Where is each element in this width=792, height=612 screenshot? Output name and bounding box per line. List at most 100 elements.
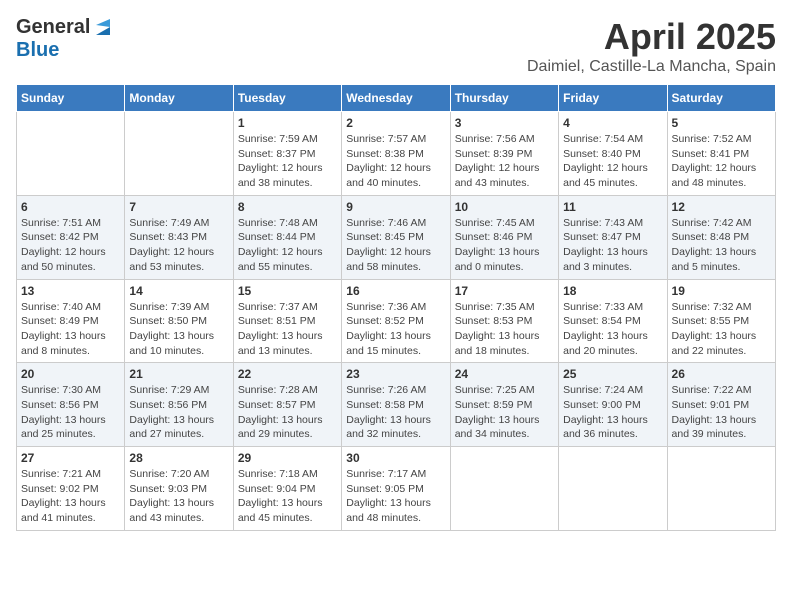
day-number: 22: [238, 367, 337, 381]
day-number: 12: [672, 200, 771, 214]
day-info: Sunrise: 7:18 AMSunset: 9:04 PMDaylight:…: [238, 467, 337, 526]
calendar-cell: 15 Sunrise: 7:37 AMSunset: 8:51 PMDayligh…: [233, 279, 341, 363]
calendar-cell: 24 Sunrise: 7:25 AMSunset: 8:59 PMDayligh…: [450, 363, 558, 447]
day-info: Sunrise: 7:48 AMSunset: 8:44 PMDaylight:…: [238, 216, 337, 275]
calendar-cell: 19Sunrise: 7:32 AMSunset: 8:55 PMDayligh…: [667, 279, 775, 363]
day-info: Sunrise: 7:57 AMSunset: 8:38 PMDaylight:…: [346, 132, 445, 191]
calendar-cell: 7 Sunrise: 7:49 AMSunset: 8:43 PMDaylight…: [125, 195, 233, 279]
calendar-cell: 16 Sunrise: 7:36 AMSunset: 8:52 PMDayligh…: [342, 279, 450, 363]
day-info: Sunrise: 7:26 AMSunset: 8:58 PMDaylight:…: [346, 383, 445, 442]
day-info: Sunrise: 7:54 AMSunset: 8:40 PMDaylight:…: [563, 132, 662, 191]
calendar-table: SundayMondayTuesdayWednesdayThursdayFrid…: [16, 84, 776, 531]
day-info: Sunrise: 7:20 AMSunset: 9:03 PMDaylight:…: [129, 467, 228, 526]
calendar-cell: 27 Sunrise: 7:21 AMSunset: 9:02 PMDayligh…: [17, 447, 125, 531]
day-number: 24: [455, 367, 554, 381]
day-number: 5: [672, 116, 771, 130]
week-row-4: 20 Sunrise: 7:30 AMSunset: 8:56 PMDayligh…: [17, 363, 776, 447]
day-number: 7: [129, 200, 228, 214]
day-number: 3: [455, 116, 554, 130]
day-info: Sunrise: 7:40 AMSunset: 8:49 PMDaylight:…: [21, 300, 120, 359]
day-number: 16: [346, 284, 445, 298]
day-number: 23: [346, 367, 445, 381]
weekday-header-thursday: Thursday: [450, 85, 558, 112]
day-number: 8: [238, 200, 337, 214]
calendar-cell: [559, 447, 667, 531]
day-number: 6: [21, 200, 120, 214]
day-info: Sunrise: 7:52 AMSunset: 8:41 PMDaylight:…: [672, 132, 771, 191]
week-row-1: 1 Sunrise: 7:59 AMSunset: 8:37 PMDaylight…: [17, 112, 776, 196]
day-info: Sunrise: 7:46 AMSunset: 8:45 PMDaylight:…: [346, 216, 445, 275]
calendar-cell: 25 Sunrise: 7:24 AMSunset: 9:00 PMDayligh…: [559, 363, 667, 447]
calendar-cell: 17 Sunrise: 7:35 AMSunset: 8:53 PMDayligh…: [450, 279, 558, 363]
day-info: Sunrise: 7:35 AMSunset: 8:53 PMDaylight:…: [455, 300, 554, 359]
day-info: Sunrise: 7:56 AMSunset: 8:39 PMDaylight:…: [455, 132, 554, 191]
header: General Blue April 2025 Daimiel, Castill…: [16, 16, 776, 76]
day-number: 26: [672, 367, 771, 381]
week-row-5: 27 Sunrise: 7:21 AMSunset: 9:02 PMDayligh…: [17, 447, 776, 531]
calendar-cell: 26 Sunrise: 7:22 AMSunset: 9:01 PMDayligh…: [667, 363, 775, 447]
location-title: Daimiel, Castille-La Mancha, Spain: [527, 58, 776, 76]
week-row-2: 6 Sunrise: 7:51 AMSunset: 8:42 PMDaylight…: [17, 195, 776, 279]
weekday-header-saturday: Saturday: [667, 85, 775, 112]
day-info: Sunrise: 7:32 AMSunset: 8:55 PMDaylight:…: [672, 300, 771, 359]
calendar-cell: 28 Sunrise: 7:20 AMSunset: 9:03 PMDayligh…: [125, 447, 233, 531]
calendar-cell: 2 Sunrise: 7:57 AMSunset: 8:38 PMDaylight…: [342, 112, 450, 196]
day-number: 28: [129, 451, 228, 465]
day-number: 15: [238, 284, 337, 298]
day-number: 10: [455, 200, 554, 214]
day-number: 14: [129, 284, 228, 298]
calendar-cell: 9Sunrise: 7:46 AMSunset: 8:45 PMDaylight…: [342, 195, 450, 279]
day-info: Sunrise: 7:24 AMSunset: 9:00 PMDaylight:…: [563, 383, 662, 442]
day-info: Sunrise: 7:36 AMSunset: 8:52 PMDaylight:…: [346, 300, 445, 359]
calendar-cell: 13 Sunrise: 7:40 AMSunset: 8:49 PMDayligh…: [17, 279, 125, 363]
day-number: 25: [563, 367, 662, 381]
day-number: 20: [21, 367, 120, 381]
calendar-cell: 23 Sunrise: 7:26 AMSunset: 8:58 PMDayligh…: [342, 363, 450, 447]
calendar-cell: [125, 112, 233, 196]
day-info: Sunrise: 7:49 AMSunset: 8:43 PMDaylight:…: [129, 216, 228, 275]
day-number: 21: [129, 367, 228, 381]
day-number: 27: [21, 451, 120, 465]
day-info: Sunrise: 7:30 AMSunset: 8:56 PMDaylight:…: [21, 383, 120, 442]
day-info: Sunrise: 7:51 AMSunset: 8:42 PMDaylight:…: [21, 216, 120, 275]
calendar-cell: 22 Sunrise: 7:28 AMSunset: 8:57 PMDayligh…: [233, 363, 341, 447]
weekday-header-monday: Monday: [125, 85, 233, 112]
calendar-cell: 12Sunrise: 7:42 AMSunset: 8:48 PMDayligh…: [667, 195, 775, 279]
logo-blue: Blue: [16, 39, 59, 62]
weekday-header-tuesday: Tuesday: [233, 85, 341, 112]
day-number: 2: [346, 116, 445, 130]
calendar-cell: [17, 112, 125, 196]
day-info: Sunrise: 7:37 AMSunset: 8:51 PMDaylight:…: [238, 300, 337, 359]
logo: General Blue: [16, 16, 114, 62]
calendar-cell: [450, 447, 558, 531]
day-info: Sunrise: 7:59 AMSunset: 8:37 PMDaylight:…: [238, 132, 337, 191]
day-info: Sunrise: 7:21 AMSunset: 9:02 PMDaylight:…: [21, 467, 120, 526]
day-info: Sunrise: 7:29 AMSunset: 8:56 PMDaylight:…: [129, 383, 228, 442]
day-number: 1: [238, 116, 337, 130]
day-info: Sunrise: 7:25 AMSunset: 8:59 PMDaylight:…: [455, 383, 554, 442]
day-info: Sunrise: 7:33 AMSunset: 8:54 PMDaylight:…: [563, 300, 662, 359]
day-info: Sunrise: 7:45 AMSunset: 8:46 PMDaylight:…: [455, 216, 554, 275]
title-area: April 2025 Daimiel, Castille-La Mancha, …: [527, 16, 776, 76]
logo-icon: [92, 17, 114, 39]
calendar-cell: 14Sunrise: 7:39 AMSunset: 8:50 PMDayligh…: [125, 279, 233, 363]
day-info: Sunrise: 7:17 AMSunset: 9:05 PMDaylight:…: [346, 467, 445, 526]
day-info: Sunrise: 7:28 AMSunset: 8:57 PMDaylight:…: [238, 383, 337, 442]
weekday-header-sunday: Sunday: [17, 85, 125, 112]
day-info: Sunrise: 7:43 AMSunset: 8:47 PMDaylight:…: [563, 216, 662, 275]
day-number: 18: [563, 284, 662, 298]
day-number: 17: [455, 284, 554, 298]
calendar-cell: 20 Sunrise: 7:30 AMSunset: 8:56 PMDayligh…: [17, 363, 125, 447]
calendar-cell: 4Sunrise: 7:54 AMSunset: 8:40 PMDaylight…: [559, 112, 667, 196]
calendar-cell: 8 Sunrise: 7:48 AMSunset: 8:44 PMDaylight…: [233, 195, 341, 279]
month-title: April 2025: [527, 16, 776, 58]
calendar-cell: 1 Sunrise: 7:59 AMSunset: 8:37 PMDaylight…: [233, 112, 341, 196]
day-number: 11: [563, 200, 662, 214]
calendar-cell: 30Sunrise: 7:17 AMSunset: 9:05 PMDayligh…: [342, 447, 450, 531]
logo-general: General: [16, 16, 90, 39]
day-number: 13: [21, 284, 120, 298]
calendar-cell: 29Sunrise: 7:18 AMSunset: 9:04 PMDayligh…: [233, 447, 341, 531]
calendar-cell: [667, 447, 775, 531]
day-info: Sunrise: 7:22 AMSunset: 9:01 PMDaylight:…: [672, 383, 771, 442]
calendar-cell: 11 Sunrise: 7:43 AMSunset: 8:47 PMDayligh…: [559, 195, 667, 279]
